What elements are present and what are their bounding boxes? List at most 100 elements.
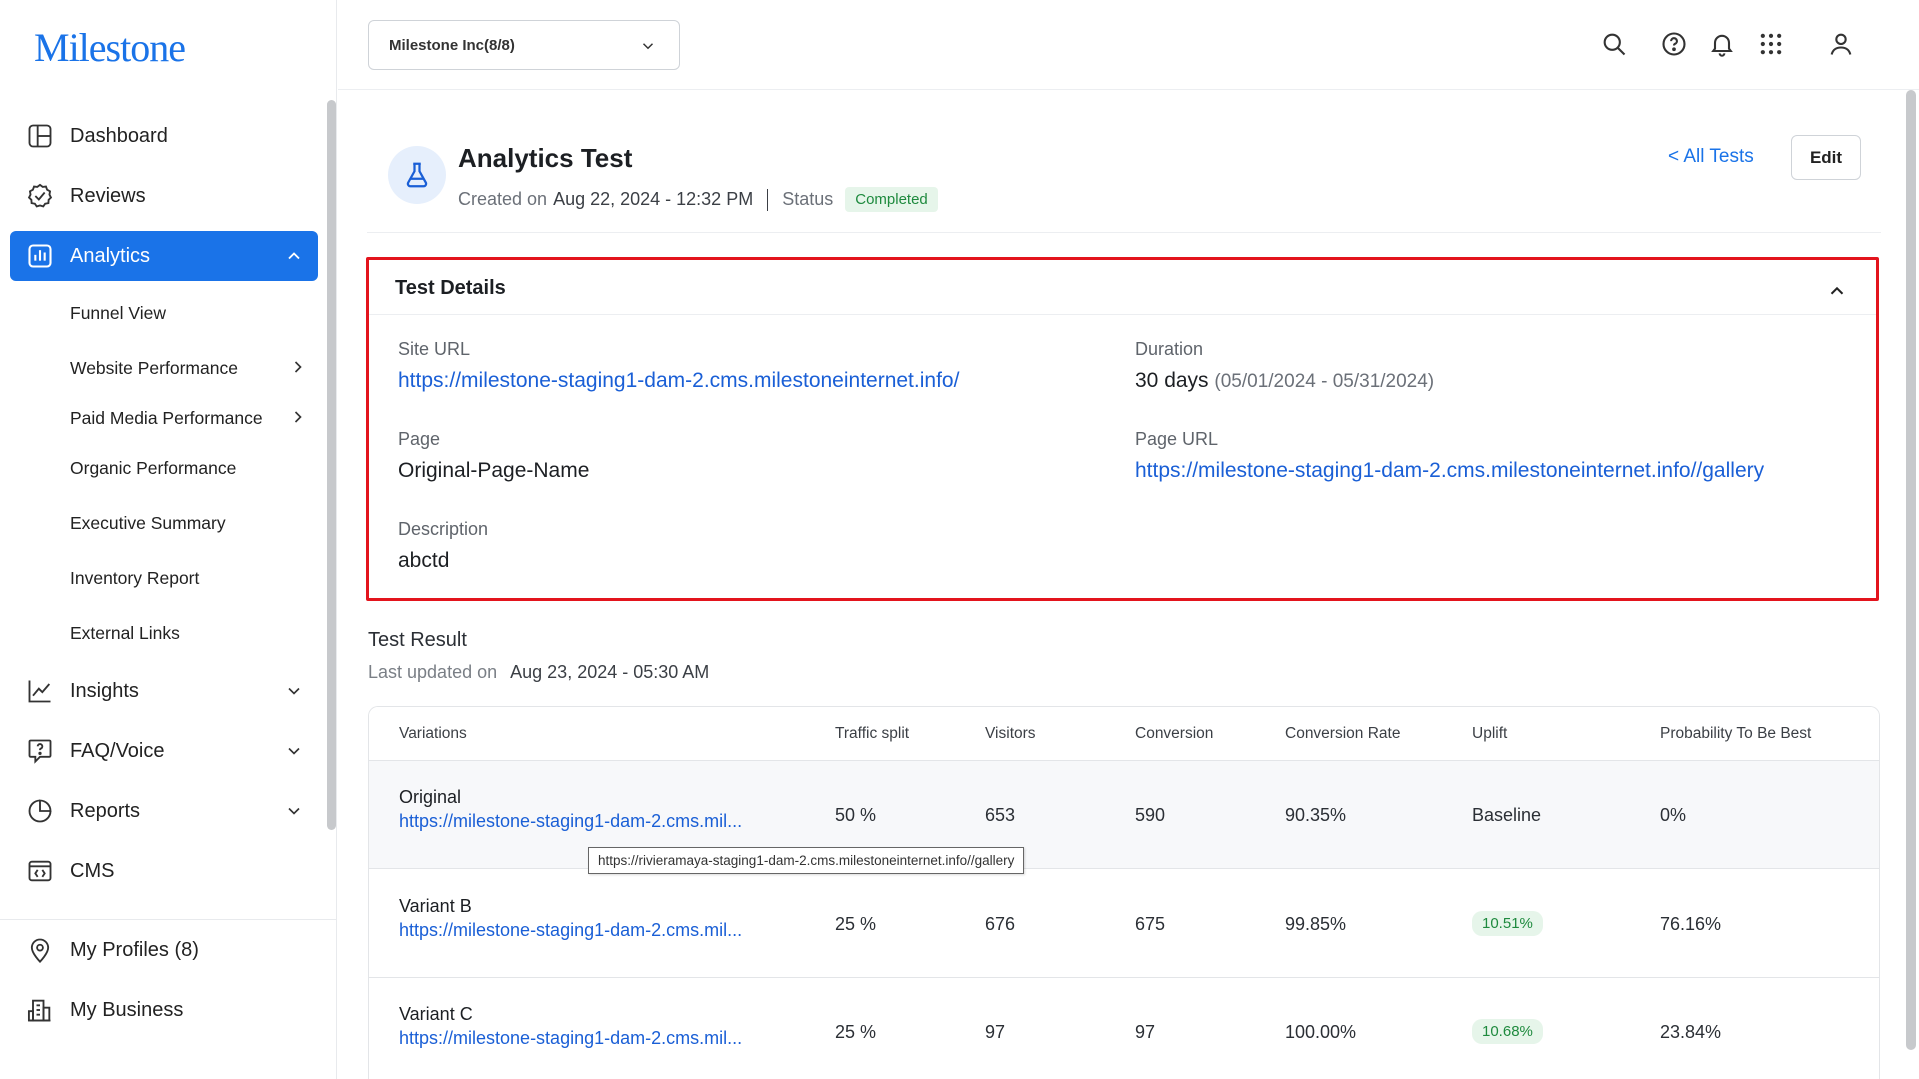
status-badge: Completed: [845, 187, 938, 212]
traffic-split: 50 %: [835, 805, 877, 825]
variation-url[interactable]: https://milestone-staging1-dam-2.cms.mil…: [399, 1028, 742, 1049]
bell-icon[interactable]: [1708, 30, 1736, 58]
site-url-label: Site URL: [398, 339, 471, 359]
variation-url[interactable]: https://milestone-staging1-dam-2.cms.mil…: [399, 811, 742, 832]
sub-item-label: Organic Performance: [70, 458, 237, 478]
table-row: Variant C https://milestone-staging1-dam…: [369, 978, 1879, 1079]
main-scrollbar[interactable]: [1906, 90, 1916, 1050]
sidebar-sub-organic-performance[interactable]: Organic Performance: [70, 458, 236, 479]
probability: 0%: [1660, 805, 1687, 825]
duration-value: 30 days (05/01/2024 - 05/31/2024): [1135, 369, 1434, 393]
last-updated: Last updated on Aug 23, 2024 - 05:30 AM: [368, 662, 709, 683]
sidebar-item-my-business[interactable]: My Business: [10, 985, 318, 1035]
sidebar-item-reviews[interactable]: Reviews: [10, 171, 318, 221]
status-label: Status: [782, 189, 834, 209]
page-url-link[interactable]: https://milestone-staging1-dam-2.cms.mil…: [1135, 459, 1764, 483]
sidebar-item-faq-voice[interactable]: FAQ/Voice: [10, 726, 318, 776]
sub-item-label: Funnel View: [70, 303, 166, 323]
probability: 76.16%: [1660, 914, 1722, 934]
faq-icon: [28, 739, 52, 764]
sidebar-sub-external-links[interactable]: External Links: [70, 623, 180, 644]
conversion-rate: 100.00%: [1285, 1022, 1357, 1042]
col-uplift: Uplift: [1472, 725, 1508, 742]
uplift-badge: 10.51%: [1472, 911, 1543, 936]
chevron-up-icon[interactable]: [284, 246, 304, 266]
conversion: 590: [1135, 805, 1166, 825]
sidebar-divider: [0, 919, 337, 920]
created-value: Aug 22, 2024 - 12:32 PM: [553, 189, 754, 209]
apps-grid-icon[interactable]: [1757, 30, 1785, 58]
chevron-down-icon[interactable]: [284, 801, 304, 821]
sidebar-sub-executive-summary[interactable]: Executive Summary: [70, 513, 226, 534]
line-chart-icon: [28, 680, 51, 703]
milestone-logo[interactable]: Milestone: [34, 24, 186, 71]
org-selector[interactable]: Milestone Inc(8/8): [368, 20, 680, 70]
conversion: 97: [1135, 1022, 1156, 1042]
test-avatar: [388, 146, 446, 204]
col-conversion-rate: Conversion Rate: [1285, 725, 1401, 742]
all-tests-link[interactable]: < All Tests: [1668, 146, 1754, 168]
sidebar-sub-website-performance[interactable]: Website Performance: [70, 358, 302, 379]
page-title: Analytics Test: [458, 143, 633, 173]
sub-item-label: Paid Media Performance: [70, 408, 263, 428]
conversion: 675: [1135, 914, 1166, 934]
page-value: Original-Page-Name: [398, 459, 590, 482]
flask-icon: [406, 162, 428, 188]
code-window-icon: [28, 860, 52, 882]
sidebar-item-insights[interactable]: Insights: [10, 666, 318, 716]
sidebar-item-dashboard[interactable]: Dashboard: [10, 111, 318, 161]
user-icon[interactable]: [1827, 30, 1855, 58]
pie-chart-icon: [28, 799, 52, 823]
sidebar-item-cms[interactable]: CMS: [10, 846, 318, 896]
col-visitors: Visitors: [985, 725, 1036, 742]
test-details-title: Test Details: [395, 277, 506, 299]
check-circle-icon: [27, 183, 53, 208]
sidebar-scrollbar[interactable]: [327, 100, 336, 830]
dashboard-icon: [28, 124, 52, 148]
meta-separator: [767, 188, 769, 211]
page-url-label: Page URL: [1135, 429, 1219, 449]
sidebar-item-analytics[interactable]: Analytics: [10, 231, 318, 281]
visitors: 653: [985, 805, 1016, 825]
sidebar-item-my-profiles[interactable]: My Profiles (8): [10, 925, 318, 975]
results-table: Variations Traffic split Visitors Conver…: [368, 706, 1880, 1079]
page-label: Page: [398, 429, 441, 449]
chevron-up-icon[interactable]: [1826, 280, 1848, 302]
search-icon[interactable]: [1600, 30, 1628, 58]
duration-range: (05/01/2024 - 05/31/2024): [1214, 371, 1435, 392]
sidebar-item-label: My Profiles (8): [70, 938, 199, 961]
details-divider: [369, 314, 1876, 315]
help-icon[interactable]: [1660, 30, 1688, 58]
variation-name: Original: [399, 787, 462, 807]
sidebar-item-label: My Business: [70, 998, 184, 1021]
sidebar-item-reports[interactable]: Reports: [10, 786, 318, 836]
sidebar-item-label: CMS: [70, 859, 115, 882]
sidebar-sub-paid-media-performance[interactable]: Paid Media Performance: [70, 408, 302, 429]
uplift: Baseline: [1472, 805, 1542, 825]
probability: 23.84%: [1660, 1022, 1722, 1042]
sidebar-sub-inventory-report[interactable]: Inventory Report: [70, 568, 199, 589]
sidebar-item-label: Reviews: [70, 184, 146, 207]
sub-item-label: External Links: [70, 623, 180, 643]
duration-label: Duration: [1135, 339, 1204, 359]
location-pin-icon: [30, 938, 50, 963]
sidebar-item-label: Reports: [70, 799, 141, 822]
duration-days: 30 days: [1135, 369, 1209, 392]
site-url-link[interactable]: https://milestone-staging1-dam-2.cms.mil…: [398, 369, 959, 393]
col-probability: Probability To Be Best: [1660, 725, 1812, 742]
building-icon: [27, 999, 51, 1022]
table-header: Variations Traffic split Visitors Conver…: [369, 707, 1879, 761]
variation-url[interactable]: https://milestone-staging1-dam-2.cms.mil…: [399, 920, 742, 941]
edit-button[interactable]: Edit: [1791, 135, 1861, 180]
test-meta: Created on Aug 22, 2024 - 12:32 PM Statu…: [458, 187, 938, 212]
col-traffic-split: Traffic split: [835, 725, 910, 742]
chevron-down-icon[interactable]: [284, 681, 304, 701]
table-row: Variant B https://milestone-staging1-dam…: [369, 870, 1879, 978]
chevron-down-icon[interactable]: [284, 741, 304, 761]
sidebar-item-label: FAQ/Voice: [70, 739, 165, 762]
updated-value: Aug 23, 2024 - 05:30 AM: [510, 662, 710, 682]
test-result-title: Test Result: [368, 629, 467, 651]
test-details-panel: [366, 257, 1879, 601]
top-bar: Milestone Inc(8/8): [338, 0, 1919, 90]
sidebar-sub-funnel-view[interactable]: Funnel View: [70, 303, 166, 324]
